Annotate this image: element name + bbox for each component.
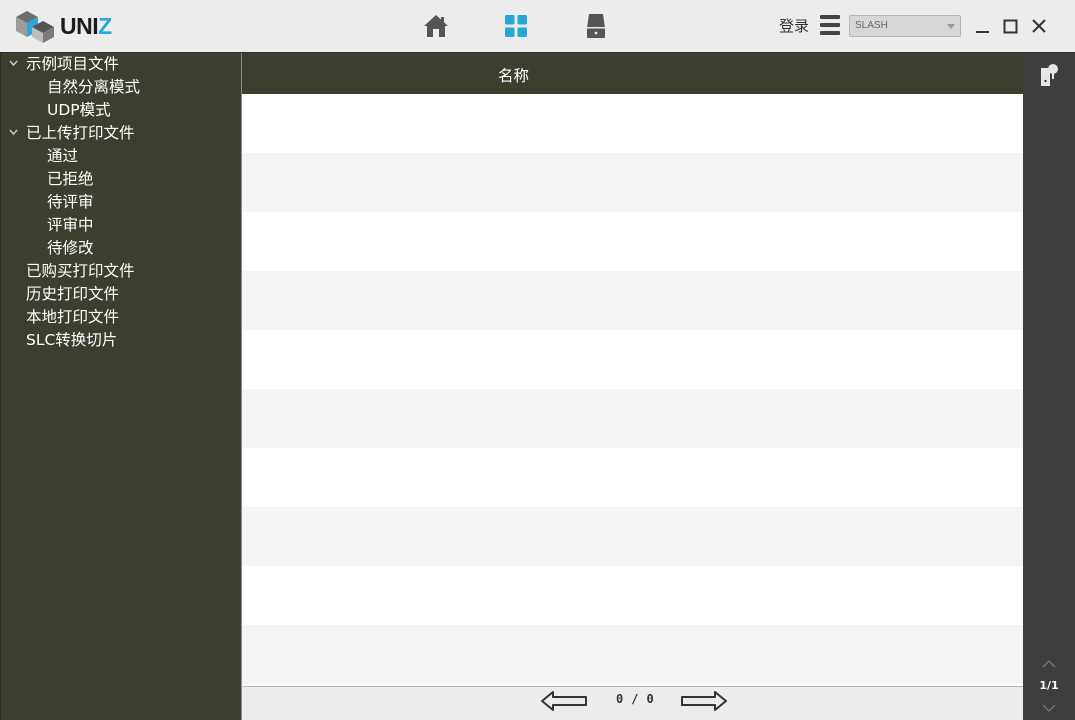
- table-row[interactable]: [242, 625, 1024, 684]
- tree-item-label: 本地打印文件: [26, 308, 120, 326]
- uniz-logo: UNIZ: [12, 7, 116, 45]
- tree-item-label: 自然分离模式: [47, 78, 141, 96]
- tree-item-label: 待修改: [47, 239, 94, 257]
- sidebar-tree: 示例项目文件 自然分离模式 UDP模式 已上传打印文件 通过 已拒绝 待评审 评…: [0, 53, 241, 720]
- chevron-down-icon[interactable]: [9, 129, 18, 136]
- table-row[interactable]: [242, 153, 1024, 212]
- logo-wordmark: UNIZ: [60, 13, 112, 39]
- page-separator: /: [631, 692, 639, 706]
- tree-item-local-files[interactable]: 本地打印文件: [26, 306, 119, 328]
- rail-page-indicator: 1/1: [1039, 679, 1059, 692]
- tree-item-in-review[interactable]: 评审中: [47, 214, 94, 236]
- table-row[interactable]: [242, 271, 1024, 330]
- minimize-icon[interactable]: [975, 18, 991, 34]
- nav-home-button[interactable]: [420, 10, 452, 42]
- tree-item-example-projects[interactable]: 示例项目文件: [9, 53, 120, 75]
- table-header: 名称: [242, 53, 1024, 94]
- tree-item-label: 已购买打印文件: [26, 262, 135, 280]
- printer-device-icon: [587, 14, 605, 38]
- tree-item-label: 已上传打印文件: [26, 124, 135, 142]
- tree-item-label: 示例项目文件: [26, 55, 120, 73]
- file-table: 名称: [241, 53, 1024, 686]
- uniz-logo-mark: [16, 11, 54, 43]
- device-info-icon[interactable]: [1039, 63, 1059, 87]
- tree-item-label: 历史打印文件: [26, 285, 120, 303]
- pager: 0 / 0: [241, 686, 1023, 720]
- arrow-left-icon[interactable]: [540, 689, 588, 713]
- tree-item-needs-revision[interactable]: 待修改: [47, 237, 94, 259]
- chevron-down-icon[interactable]: [1042, 703, 1056, 713]
- page-current: 0: [616, 692, 624, 706]
- tree-item-label: 通过: [47, 147, 79, 165]
- table-body: [242, 94, 1024, 684]
- table-row[interactable]: [242, 330, 1024, 389]
- home-icon: [424, 15, 448, 37]
- table-row[interactable]: [242, 566, 1024, 625]
- tree-item-pending-review[interactable]: 待评审: [47, 191, 94, 213]
- maximize-icon[interactable]: [1003, 18, 1019, 34]
- tree-item-label: 评审中: [47, 216, 94, 234]
- column-header-name[interactable]: 名称: [498, 64, 529, 86]
- right-rail: 1/1: [1023, 53, 1075, 720]
- printer-select[interactable]: SLASH: [849, 15, 961, 37]
- tree-item-rejected[interactable]: 已拒绝: [47, 168, 94, 190]
- tree-item-purchased-files[interactable]: 已购买打印文件: [26, 260, 135, 282]
- table-row[interactable]: [242, 389, 1024, 448]
- page-counter: 0 / 0: [612, 692, 658, 706]
- printer-select-value: SLASH: [855, 20, 888, 31]
- table-row[interactable]: [242, 448, 1024, 507]
- table-row[interactable]: [242, 507, 1024, 566]
- tree-item-label: SLC转换切片: [26, 331, 118, 349]
- table-row[interactable]: [242, 212, 1024, 271]
- arrow-right-icon[interactable]: [680, 689, 728, 713]
- tree-item-history-files[interactable]: 历史打印文件: [26, 283, 119, 305]
- chevron-down-icon[interactable]: [9, 60, 18, 67]
- grid-icon: [505, 15, 527, 37]
- top-bar: UNIZ 登录 SLASH: [0, 0, 1075, 53]
- table-row[interactable]: [242, 94, 1024, 153]
- tree-item-label: 待评审: [47, 193, 94, 211]
- login-link[interactable]: 登录: [779, 15, 809, 36]
- tree-item-approved[interactable]: 通过: [47, 145, 78, 167]
- tree-item-udp-mode[interactable]: UDP模式: [47, 99, 111, 121]
- tree-item-natural-separation[interactable]: 自然分离模式: [47, 76, 140, 98]
- tree-item-label: UDP模式: [47, 101, 111, 119]
- nav-printer-button[interactable]: [580, 10, 612, 42]
- chevron-down-icon: [947, 24, 955, 29]
- page-total: 0: [646, 692, 654, 706]
- close-icon[interactable]: [1031, 18, 1047, 34]
- menu-icon[interactable]: [820, 15, 840, 37]
- chevron-up-icon[interactable]: [1042, 659, 1056, 669]
- nav-projects-button[interactable]: [500, 10, 532, 42]
- tree-item-slc-conversion[interactable]: SLC转换切片: [26, 329, 117, 351]
- tree-item-uploaded-files[interactable]: 已上传打印文件: [9, 122, 135, 144]
- tree-item-label: 已拒绝: [47, 170, 94, 188]
